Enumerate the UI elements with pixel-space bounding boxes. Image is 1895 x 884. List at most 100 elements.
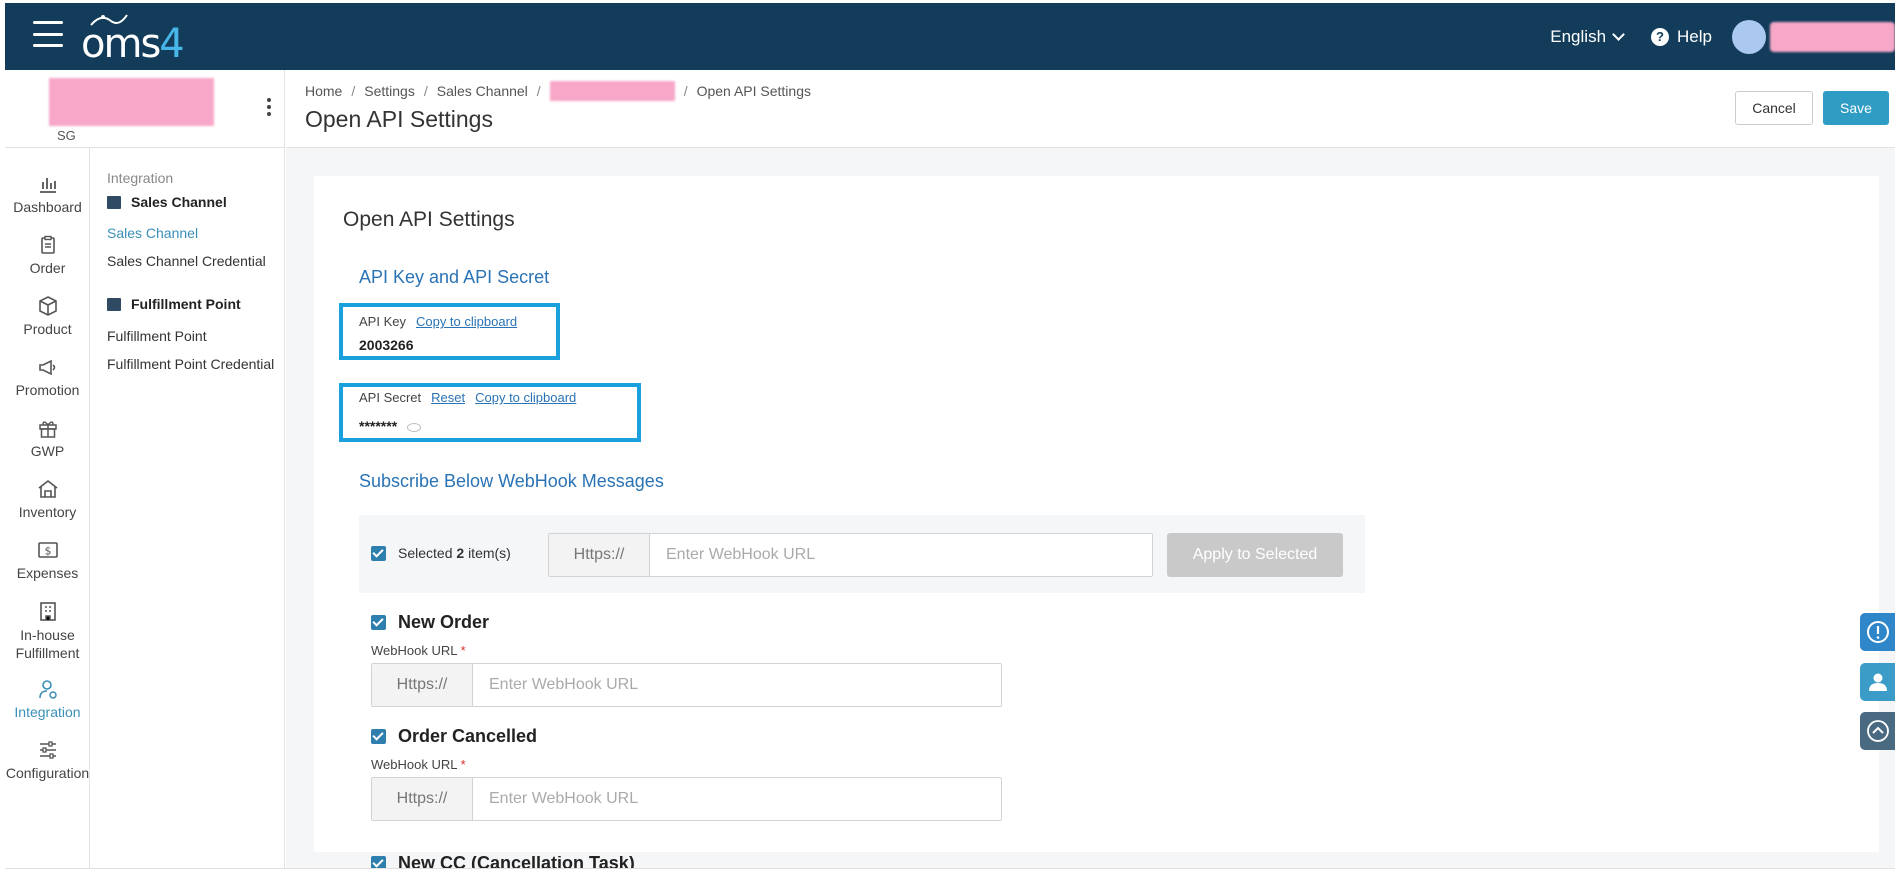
hamburger-menu-icon[interactable] — [33, 21, 63, 47]
redacted-username — [1770, 21, 1895, 52]
selected-count-text: Selected 2 item(s) — [398, 545, 511, 561]
nav-inventory[interactable]: Inventory — [5, 478, 90, 520]
cancel-button[interactable]: Cancel — [1735, 91, 1813, 125]
submenu-item-sales-channel-credential[interactable]: Sales Channel Credential — [107, 253, 266, 269]
webhook-url-label: WebHook URL * — [371, 757, 466, 772]
api-key-label-row: API Key Copy to clipboard — [359, 314, 517, 329]
bulk-webhook-url-input[interactable] — [650, 534, 1152, 576]
submenu-item-sales-channel[interactable]: Sales Channel — [107, 225, 198, 241]
help-label: Help — [1677, 26, 1712, 46]
user-icon — [1868, 673, 1887, 691]
reset-secret-link[interactable]: Reset — [431, 390, 465, 405]
nav-integration[interactable]: Integration — [5, 678, 90, 720]
webhook-url-label: WebHook URL * — [371, 643, 466, 658]
scroll-top-button[interactable] — [1860, 712, 1895, 750]
breadcrumb-sales-channel[interactable]: Sales Channel — [437, 83, 528, 99]
avatar[interactable] — [1732, 19, 1766, 54]
help-icon: ? — [1651, 27, 1670, 46]
top-bar: oms4 English ? Help — [5, 3, 1895, 70]
api-secret-value-row: ******* — [359, 418, 422, 434]
breadcrumb-settings[interactable]: Settings — [364, 83, 415, 99]
api-key-label: API Key — [359, 314, 406, 329]
submenu-group-label: Sales Channel — [131, 194, 227, 210]
list-icon — [107, 297, 121, 311]
submenu-group-label: Fulfillment Point — [131, 296, 241, 312]
bottom-edge — [5, 868, 1895, 884]
nav-promotion[interactable]: Promotion — [5, 356, 90, 398]
box-icon — [38, 296, 57, 316]
logo-text: oms — [81, 21, 161, 67]
gift-icon — [38, 421, 57, 438]
submenu-group-fulfillment-point: Fulfillment Point — [107, 296, 241, 312]
api-key-value: 2003266 — [359, 337, 414, 353]
redacted-store-name — [49, 78, 214, 126]
api-secret-label-row: API Secret Reset Copy to clipboard — [359, 390, 576, 405]
order-cancelled-url-field: Https:// — [371, 777, 1002, 821]
breadcrumb-home[interactable]: Home — [305, 83, 342, 99]
nav-label: Inventory — [18, 504, 77, 520]
list-icon — [107, 195, 121, 209]
user-gear-icon — [38, 680, 57, 699]
url-prefix: Https:// — [372, 778, 473, 820]
chevron-up-icon — [1866, 720, 1889, 742]
webhook-title: New Order — [398, 612, 490, 632]
svg-text:$: $ — [44, 545, 51, 558]
alert-bubble-icon — [1866, 621, 1889, 643]
building-icon — [39, 602, 56, 621]
nav-label: Expenses — [16, 565, 79, 581]
checkbox-checked-icon[interactable] — [371, 729, 386, 744]
clipboard-icon — [40, 235, 55, 254]
nav-label: Promotion — [15, 382, 80, 398]
language-selector[interactable]: English — [1550, 27, 1625, 47]
nav-gwp[interactable]: GWP — [5, 417, 90, 459]
nav-label: Dashboard — [13, 199, 82, 215]
nav-dashboard[interactable]: Dashboard — [5, 173, 90, 215]
selected-suffix: item(s) — [468, 545, 511, 561]
nav-in-house-fulfillment[interactable]: In-house Fulfillment — [5, 600, 90, 662]
nav-label: Order — [29, 260, 66, 276]
page-title: Open API Settings — [305, 106, 493, 132]
chevron-down-icon — [1612, 27, 1625, 41]
sliders-icon — [39, 741, 56, 759]
api-section-title: API Key and API Secret — [359, 267, 550, 287]
checkbox-checked-icon[interactable] — [371, 615, 386, 630]
url-prefix: Https:// — [372, 664, 473, 706]
copy-api-key-link[interactable]: Copy to clipboard — [416, 314, 517, 329]
new-order-url-field: Https:// — [371, 663, 1002, 707]
submenu-heading: Integration — [107, 170, 174, 186]
nav-configuration[interactable]: Configuration — [5, 739, 90, 781]
new-order-url-input[interactable] — [473, 664, 1001, 706]
nav-label-line1: In-house — [20, 627, 75, 643]
breadcrumb: Home / Settings / Sales Channel / / Open… — [305, 81, 811, 101]
nav-label: Product — [23, 321, 72, 337]
submenu-item-fulfillment-point-credential[interactable]: Fulfillment Point Credential — [107, 356, 274, 372]
dollar-icon: $ — [37, 542, 58, 558]
nav-expenses[interactable]: $ Expenses — [5, 539, 90, 581]
url-prefix: Https:// — [549, 534, 650, 576]
select-all-checkbox[interactable]: Selected 2 item(s) — [371, 545, 511, 561]
breadcrumb-redacted[interactable] — [549, 81, 675, 101]
feedback-button[interactable] — [1860, 613, 1895, 651]
submenu-item-fulfillment-point[interactable]: Fulfillment Point — [107, 328, 207, 344]
webhook-new-order[interactable]: New Order — [371, 612, 489, 633]
order-cancelled-url-input[interactable] — [473, 778, 1001, 820]
contact-button[interactable] — [1860, 663, 1895, 701]
nav-label: GWP — [30, 443, 65, 459]
store-selector[interactable]: SG — [5, 70, 285, 148]
store-code: SG — [57, 128, 76, 143]
apply-to-selected-button[interactable]: Apply to Selected — [1167, 533, 1343, 577]
checkbox-checked-icon[interactable] — [371, 545, 386, 561]
save-button[interactable]: Save — [1823, 91, 1889, 125]
eye-icon[interactable] — [407, 422, 422, 432]
nav-order[interactable]: Order — [5, 234, 90, 276]
nav-product[interactable]: Product — [5, 295, 90, 337]
integration-submenu: Integration Sales Channel Sales Channel … — [90, 148, 285, 870]
webhook-section-title: Subscribe Below WebHook Messages — [359, 471, 664, 491]
help-button[interactable]: ? Help — [1651, 27, 1712, 47]
webhook-title: Order Cancelled — [398, 726, 538, 746]
submenu-group-sales-channel: Sales Channel — [107, 194, 227, 210]
copy-api-secret-link[interactable]: Copy to clipboard — [475, 390, 576, 405]
more-vertical-icon[interactable] — [267, 98, 271, 116]
webhook-order-cancelled[interactable]: Order Cancelled — [371, 726, 537, 747]
nav-label-line2: Fulfillment — [15, 645, 80, 661]
